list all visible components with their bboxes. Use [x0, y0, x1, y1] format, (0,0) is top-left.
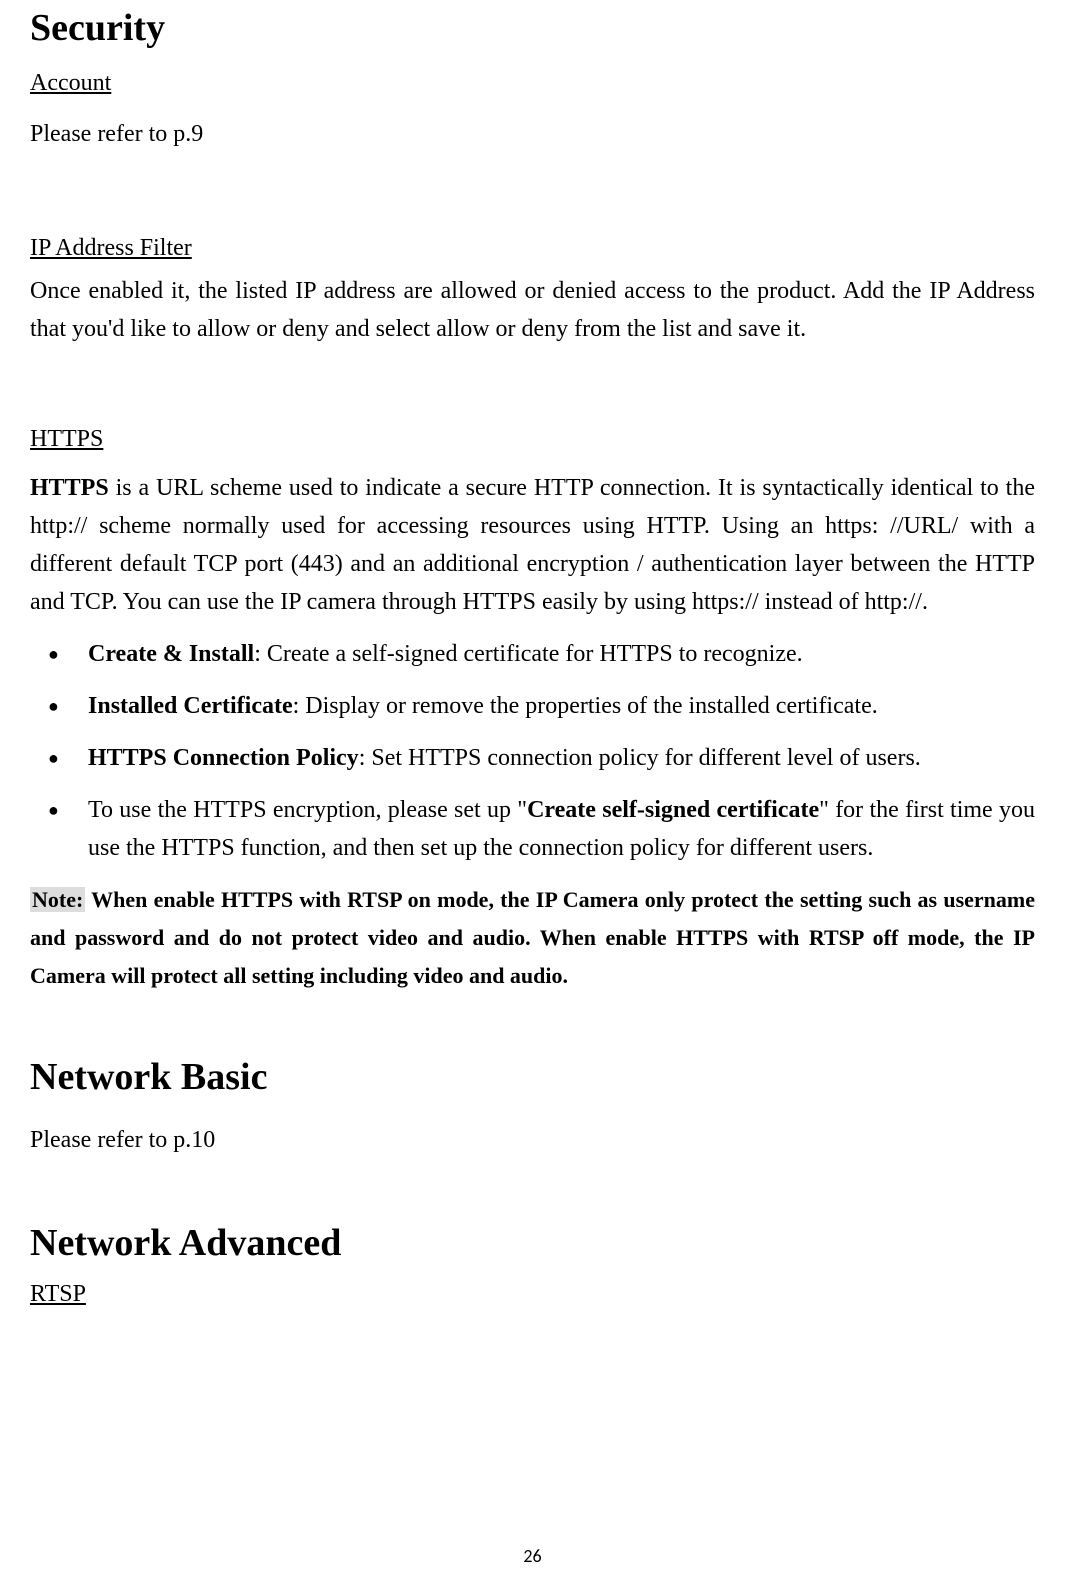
bullet-rest: : Display or remove the properties of th… [293, 693, 878, 719]
https-subheading: HTTPS [30, 348, 1035, 469]
network-basic-heading: Network Basic [30, 995, 1035, 1121]
bullet-strong: Create & Install [88, 641, 254, 667]
ip-filter-text: Once enabled it, the listed IP address a… [30, 272, 1035, 348]
bullet-strong: Installed Certificate [88, 693, 293, 719]
account-subheading: Account [30, 70, 1035, 115]
bullet-conn-policy: HTTPS Connection Policy: Set HTTPS conne… [30, 739, 1035, 777]
https-bullet-list: Create & Install: Create a self-signed c… [30, 635, 1035, 867]
note-label: Note: [30, 887, 85, 912]
document-page: Security Account Please refer to p.9 IP … [0, 0, 1065, 1308]
page-number: 26 [0, 1545, 1065, 1567]
bullet-rest: : Create a self-signed certificate for H… [254, 641, 802, 667]
https-intro: HTTPS is a URL scheme used to indicate a… [30, 469, 1035, 621]
https-intro-strong: HTTPS [30, 475, 109, 501]
bullet-usage: To use the HTTPS encryption, please set … [30, 791, 1035, 867]
bullet-strong: Create self-signed certificate [527, 797, 819, 823]
account-text: Please refer to p.9 [30, 115, 1035, 153]
bullet-pre: To use the HTTPS encryption, please set … [88, 797, 527, 823]
bullet-rest: : Set HTTPS connection policy for differ… [359, 745, 921, 771]
network-advanced-heading: Network Advanced [30, 1159, 1035, 1281]
network-basic-text: Please refer to p.10 [30, 1121, 1035, 1159]
note-rest: When enable HTTPS with RTSP on mode, the… [30, 887, 1035, 988]
bullet-installed-cert: Installed Certificate: Display or remove… [30, 687, 1035, 725]
bullet-create-install: Create & Install: Create a self-signed c… [30, 635, 1035, 673]
security-heading: Security [30, 0, 1035, 70]
https-intro-rest: is a URL scheme used to indicate a secur… [30, 475, 1035, 615]
https-note: Note: When enable HTTPS with RTSP on mod… [30, 881, 1035, 995]
ip-filter-subheading: IP Address Filter [30, 153, 1035, 272]
bullet-strong: HTTPS Connection Policy [88, 745, 359, 771]
rtsp-subheading: RTSP [30, 1281, 1035, 1308]
